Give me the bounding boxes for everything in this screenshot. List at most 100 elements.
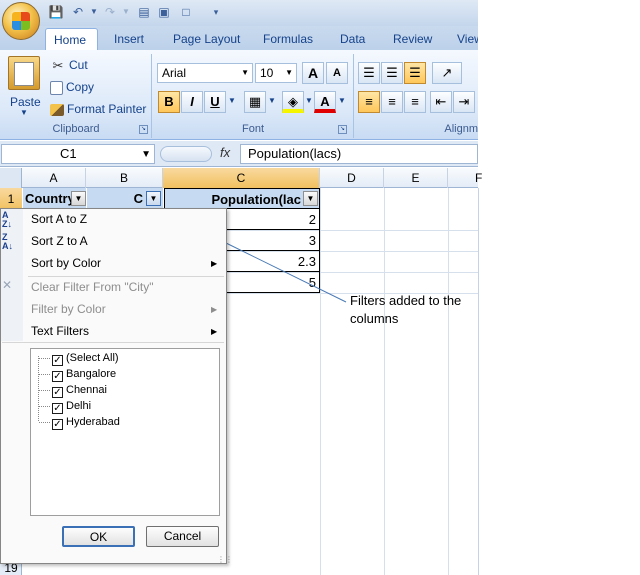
insert-function-button[interactable]: fx [220,145,230,160]
orientation-button[interactable]: ↗ [432,62,462,84]
column-header-f[interactable]: F [448,168,482,188]
paste-dropdown-icon[interactable]: ▼ [20,108,28,117]
menu-item-clear-filter[interactable]: Clear Filter From "City" [31,277,154,297]
align-top-button[interactable]: ☰ [358,62,380,84]
font-color-button[interactable]: A [314,91,336,113]
paste-page-icon [14,62,34,86]
filter-dropdown-c1[interactable]: ▼ [303,191,318,206]
underline-button[interactable]: U [204,91,226,113]
save-icon[interactable]: 💾 [48,4,64,20]
undo-dropdown-icon[interactable]: ▼ [86,4,102,20]
cell-c2[interactable]: 2 [227,209,320,230]
tab-view[interactable]: View [449,28,478,50]
formula-input[interactable]: Population(lacs) [240,144,478,164]
list-item[interactable]: ✓ Bangalore [52,366,116,382]
menu-item-text-filters[interactable]: Text Filters [31,321,89,341]
menu-item-sort-az[interactable]: Sort A to Z [31,209,87,229]
align-right-icon: ≡ [411,94,419,109]
list-item[interactable]: ✓ Chennai [52,382,107,398]
align-right-button[interactable]: ≡ [404,91,426,113]
tree-line [39,406,51,407]
clear-filter-icon: ✕ [2,278,13,292]
tab-data[interactable]: Data [332,28,373,50]
decrease-indent-icon: ⇤ [435,94,447,109]
scissors-icon: ✂ [52,57,64,73]
copy-button[interactable]: Copy [50,77,94,97]
font-color-dropdown-icon[interactable]: ▼ [338,96,346,105]
italic-button[interactable]: I [181,91,203,113]
group-divider [151,54,152,138]
copy-icon [50,80,63,95]
tab-home[interactable]: Home [45,28,98,50]
row-header-1[interactable]: 1 [0,188,22,210]
font-group-label: Font [241,123,264,135]
column-header-a[interactable]: A [22,168,86,188]
ok-button[interactable]: OK [62,526,135,547]
select-all-corner[interactable] [0,168,22,188]
align-left-button[interactable]: ≡ [358,91,380,113]
resize-grip-icon[interactable]: ⋮⋮ [217,555,233,564]
column-header-c[interactable]: C [163,168,320,188]
checkbox-checked-icon[interactable]: ✓ [52,403,63,414]
menu-item-sort-by-color[interactable]: Sort by Color [31,253,101,273]
customize-quick-access-icon[interactable]: ▾ [208,4,224,20]
align-middle-button[interactable]: ☰ [381,62,403,84]
menu-item-filter-by-color[interactable]: Filter by Color [31,299,106,319]
align-bottom-button[interactable]: ☰ [404,62,426,84]
cut-label: Cut [69,58,88,72]
borders-dropdown-icon[interactable]: ▼ [268,96,276,105]
menu-separator [2,342,224,343]
font-size-select[interactable]: 10 ▼ [255,63,297,83]
checkbox-checked-icon[interactable]: ✓ [52,387,63,398]
list-item-label: Chennai [66,384,107,396]
tab-page-layout[interactable]: Page Layout [165,28,248,50]
redo-dropdown-icon[interactable]: ▼ [118,4,134,20]
list-item[interactable]: ✓ Hyderabad [52,414,120,430]
office-button[interactable] [2,2,40,40]
column-header-d[interactable]: D [320,168,384,188]
shrink-font-button[interactable]: A [326,62,348,84]
tab-insert[interactable]: Insert [106,28,152,50]
filter-dropdown-b1[interactable]: ▼ [146,191,161,206]
font-launcher-icon[interactable]: ↘ [338,125,347,134]
filter-dropdown-a1[interactable]: ▼ [71,191,86,206]
cell-b1-text: C [133,191,143,206]
bold-button[interactable]: B [158,91,180,113]
undo-icon[interactable]: ↶ [70,4,86,20]
formula-bar-splitter[interactable] [160,146,212,162]
format-painter-button[interactable]: Format Painter [50,99,146,119]
name-box[interactable]: C1 ▼ [1,144,155,164]
redo-icon[interactable]: ↷ [102,4,118,20]
grow-font-button[interactable]: A [302,62,324,84]
borders-button[interactable]: ▦ [244,91,266,113]
increase-indent-button[interactable]: ⇥ [453,91,475,113]
print-preview-icon[interactable]: ▤ [136,4,152,20]
menu-item-sort-za[interactable]: Sort Z to A [31,231,88,251]
open-icon[interactable]: ▣ [156,4,172,20]
cancel-button[interactable]: Cancel [146,526,219,547]
decrease-indent-button[interactable]: ⇤ [430,91,452,113]
font-name-select[interactable]: Arial ▼ [157,63,253,83]
column-header-e[interactable]: E [384,168,448,188]
list-item[interactable]: ✓ Delhi [52,398,91,414]
checkbox-checked-icon[interactable]: ✓ [52,355,63,366]
checkbox-checked-icon[interactable]: ✓ [52,371,63,382]
align-center-icon: ≡ [388,94,396,109]
fill-color-dropdown-icon[interactable]: ▼ [305,96,313,105]
new-icon[interactable]: □ [178,4,194,20]
tree-line [39,374,51,375]
align-center-button[interactable]: ≡ [381,91,403,113]
underline-dropdown-icon[interactable]: ▼ [228,96,236,105]
cut-button[interactable]: ✂ Cut [50,55,88,75]
align-middle-icon: ☰ [386,65,398,80]
clipboard-launcher-icon[interactable]: ↘ [139,125,148,134]
list-item[interactable]: ✓ (Select All) [52,350,119,366]
tab-formulas[interactable]: Formulas [255,28,321,50]
checkbox-checked-icon[interactable]: ✓ [52,419,63,430]
annotation-connector [223,241,347,303]
column-header-b[interactable]: B [86,168,163,188]
fill-color-button[interactable]: ◈ [282,91,304,113]
tab-review[interactable]: Review [385,28,440,50]
office-logo-icon [12,12,30,30]
cell-c1[interactable]: Population(lac [164,188,320,209]
